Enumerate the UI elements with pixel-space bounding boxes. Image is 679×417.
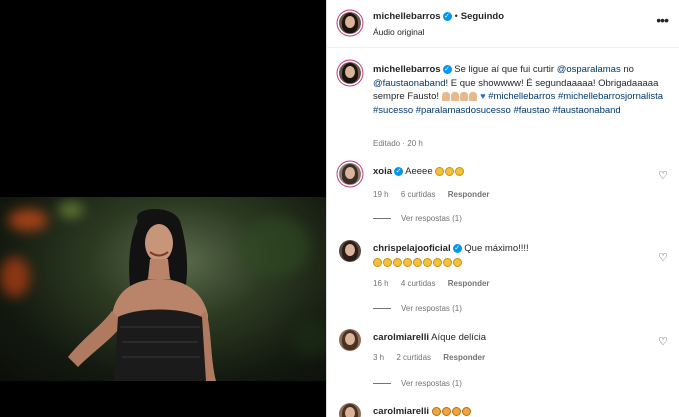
- emoji: [441, 406, 451, 416]
- separator-dot: •: [454, 11, 458, 21]
- author-username[interactable]: michellebarros: [373, 11, 441, 22]
- author-line: michellebarros ✓ • Seguindo: [373, 11, 504, 22]
- media-panel: [0, 0, 326, 417]
- post-details-panel: michellebarros ✓ • Seguindo Áudio original …: [326, 0, 679, 417]
- replies-divider: [373, 218, 391, 220]
- folded-hands-emoji: [459, 91, 468, 101]
- emoji: [451, 406, 461, 416]
- clapping-hands-emoji: [383, 257, 392, 267]
- comment-time[interactable]: 19 h: [373, 190, 389, 199]
- view-replies-label: Ver respostas (1): [401, 214, 462, 223]
- view-replies-button[interactable]: Ver respostas (1): [373, 214, 462, 223]
- replies-divider: [373, 308, 391, 310]
- commenter-avatar[interactable]: [339, 240, 361, 262]
- reply-button[interactable]: Responder: [448, 279, 490, 288]
- commenter-username[interactable]: carolmiarelli: [373, 332, 429, 343]
- clapping-hands-emoji: [403, 257, 412, 267]
- comment-meta: 19 h 6 curtidas Responder: [373, 190, 500, 199]
- clapping-hands-emoji: [455, 166, 465, 176]
- following-button[interactable]: Seguindo: [461, 11, 504, 22]
- clapping-hands-emoji: [453, 257, 462, 267]
- commenter-avatar[interactable]: [339, 403, 361, 417]
- clapping-hands-emoji: [435, 166, 445, 176]
- post-video[interactable]: [0, 197, 326, 381]
- edited-timestamp: Editado · 20 h: [373, 139, 423, 148]
- comment-body: chrispelajooficial ✓ Que máximo!!!!: [373, 242, 643, 270]
- mention-link[interactable]: @osparalamas: [557, 64, 621, 75]
- reply-button[interactable]: Responder: [443, 353, 485, 362]
- heart-outline-icon[interactable]: ♡: [658, 169, 668, 182]
- comment-likes[interactable]: 2 curtidas: [396, 353, 431, 362]
- comment-body: xoia ✓ Aeeee: [373, 165, 643, 179]
- verified-badge-icon: ✓: [452, 243, 462, 253]
- view-replies-button[interactable]: Ver respostas (1): [373, 304, 462, 313]
- caption-author-avatar[interactable]: [339, 62, 361, 84]
- more-options-icon[interactable]: •••: [656, 12, 669, 28]
- emoji: [461, 406, 471, 416]
- audio-link[interactable]: Áudio original: [373, 27, 425, 37]
- comment-time[interactable]: 3 h: [373, 353, 384, 362]
- clapping-hands-emoji: [393, 257, 402, 267]
- comment-text: Que máximo!!!!: [464, 243, 529, 254]
- commenter-avatar[interactable]: [339, 163, 361, 185]
- comment-text: Aeeee: [405, 166, 433, 177]
- verified-badge-icon: ✓: [442, 64, 452, 74]
- post-header: michellebarros ✓ • Seguindo Áudio original …: [327, 0, 679, 48]
- stage-light: [290, 317, 326, 357]
- clapping-hands-emoji: [413, 257, 422, 267]
- video-subject-woman: [68, 208, 216, 381]
- blue-heart-emoji: ♥: [480, 91, 486, 101]
- comment-text: Aíque delícia: [431, 332, 487, 343]
- heart-outline-icon[interactable]: ♡: [658, 335, 668, 348]
- comment-likes[interactable]: 6 curtidas: [401, 190, 436, 199]
- caption-connector: no: [623, 64, 634, 75]
- mention-link[interactable]: @faustaonaband: [373, 78, 446, 89]
- view-replies-label: Ver respostas (1): [401, 304, 462, 313]
- verified-badge-icon: ✓: [394, 166, 404, 176]
- comment-body: carolmiarelli Aíque delícia: [373, 331, 643, 345]
- comment-body: carolmiarelli: [373, 405, 643, 417]
- stage-light: [8, 209, 48, 231]
- folded-hands-emoji: [441, 91, 450, 101]
- verified-badge-icon: ✓: [442, 12, 452, 22]
- caption-text: michellebarros ✓ Se ligue aí que fui curt…: [373, 63, 668, 117]
- comment-likes[interactable]: 4 curtidas: [401, 279, 436, 288]
- folded-hands-emoji: [468, 91, 477, 101]
- clapping-hands-emoji: [373, 257, 382, 267]
- view-replies-label: Ver respostas (1): [401, 379, 462, 388]
- clapping-hands-emoji: [445, 166, 455, 176]
- commenter-avatar[interactable]: [339, 329, 361, 351]
- reply-button[interactable]: Responder: [448, 190, 490, 199]
- clapping-hands-emoji: [443, 257, 452, 267]
- view-replies-button[interactable]: Ver respostas (1): [373, 379, 462, 388]
- comment-meta: 16 h 4 curtidas Responder: [373, 279, 500, 288]
- author-avatar[interactable]: [339, 12, 361, 34]
- clapping-hands-emoji: [423, 257, 432, 267]
- clapping-hands-emoji: [433, 257, 442, 267]
- folded-hands-emoji: [450, 91, 459, 101]
- caption-prefix: Se ligue aí que fui curtir: [454, 64, 555, 75]
- emoji: [431, 406, 441, 416]
- comment-meta: 3 h 2 curtidas Responder: [373, 353, 495, 362]
- caption-username[interactable]: michellebarros: [373, 64, 441, 75]
- commenter-username[interactable]: chrispelajooficial: [373, 243, 451, 254]
- comment-time[interactable]: 16 h: [373, 279, 389, 288]
- commenter-username[interactable]: carolmiarelli: [373, 406, 429, 417]
- commenter-username[interactable]: xoia: [373, 166, 392, 177]
- replies-divider: [373, 383, 391, 385]
- heart-outline-icon[interactable]: ♡: [658, 251, 668, 264]
- stage-light: [0, 257, 30, 297]
